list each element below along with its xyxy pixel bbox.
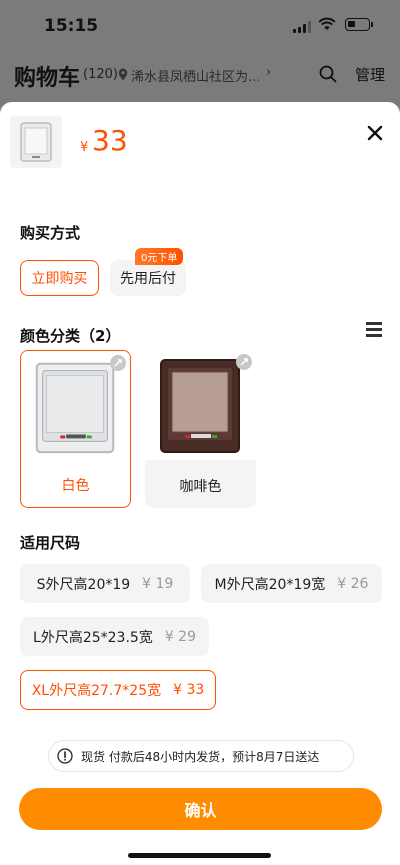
manage-button[interactable]: 管理: [355, 64, 385, 85]
pay-later-label: 先用后付: [120, 271, 176, 287]
size-label: M外尺高20*19宽: [214, 576, 326, 593]
shipping-notice-text: 现货 付款后48小时内发货，预计8月7日送达: [81, 749, 320, 764]
size-price: ¥ 33: [173, 682, 205, 698]
size-price: ¥ 26: [337, 575, 369, 592]
confirm-label: 确认: [184, 801, 217, 820]
size-label: L外尺高25*23.5宽: [33, 629, 153, 646]
cart-address[interactable]: 浠水县凤栖山社区为…: [131, 66, 259, 85]
color-option-white[interactable]: 白色: [20, 350, 131, 508]
buy-now-label: 立即购买: [31, 271, 88, 287]
info-icon: [57, 748, 73, 764]
confirm-button[interactable]: 确认: [19, 788, 382, 830]
status-bar: 15:15: [0, 0, 400, 48]
zero-down-badge: 0元下单: [135, 248, 184, 265]
purchase-method-title: 购买方式: [20, 224, 81, 242]
wifi-icon: [318, 17, 336, 30]
pay-later-option[interactable]: 先用后付: [110, 260, 186, 296]
status-time: 15:15: [44, 16, 99, 36]
size-option-xl[interactable]: XL外尺高27.7*25宽 ¥ 33: [20, 670, 216, 710]
close-icon[interactable]: [364, 122, 386, 144]
price-currency: ¥: [80, 140, 89, 155]
search-icon[interactable]: [319, 65, 337, 83]
size-price: ¥ 19: [142, 575, 174, 592]
product-thumbnail[interactable]: [10, 116, 62, 168]
expand-icon[interactable]: [110, 355, 126, 371]
location-pin-icon: [118, 68, 128, 81]
size-price: ¥ 29: [164, 628, 196, 645]
battery-tip: [371, 22, 373, 27]
size-label: S外尺高20*19: [36, 576, 131, 593]
color-label-white: 白色: [61, 478, 90, 494]
color-option-coffee[interactable]: 咖啡色: [145, 350, 256, 508]
battery-icon: [345, 18, 370, 31]
size-option-m[interactable]: M外尺高20*19宽 ¥ 26: [201, 564, 382, 603]
home-indicator: [128, 853, 271, 858]
menu-icon[interactable]: [366, 322, 382, 338]
buy-now-option[interactable]: 立即购买: [20, 260, 99, 296]
shipping-notice: 现货 付款后48小时内发货，预计8月7日送达: [48, 740, 354, 772]
size-section-title: 适用尺码: [20, 534, 81, 552]
cart-count: (120): [83, 67, 118, 82]
product-price: 33: [92, 124, 128, 157]
size-option-s[interactable]: S外尺高20*19 ¥ 19: [20, 564, 190, 603]
cart-title: 购物车: [14, 66, 81, 91]
signal-icon: [293, 21, 312, 33]
color-label-coffee: 咖啡色: [179, 479, 222, 495]
sku-selector-sheet: ¥ 33 购买方式 立即购买 先用后付 0元下单 颜色分类（2） 白色 咖啡色 …: [0, 102, 400, 865]
chevron-right-icon[interactable]: ›: [266, 65, 271, 80]
size-option-l[interactable]: L外尺高25*23.5宽 ¥ 29: [20, 617, 209, 656]
expand-icon[interactable]: [236, 354, 252, 370]
background-page: 15:15 购物车 (120) 浠水县凤栖山社区为… › 管理: [0, 0, 400, 102]
color-section-title: 颜色分类（2）: [20, 327, 121, 345]
size-label: XL外尺高27.7*25宽: [31, 683, 162, 699]
